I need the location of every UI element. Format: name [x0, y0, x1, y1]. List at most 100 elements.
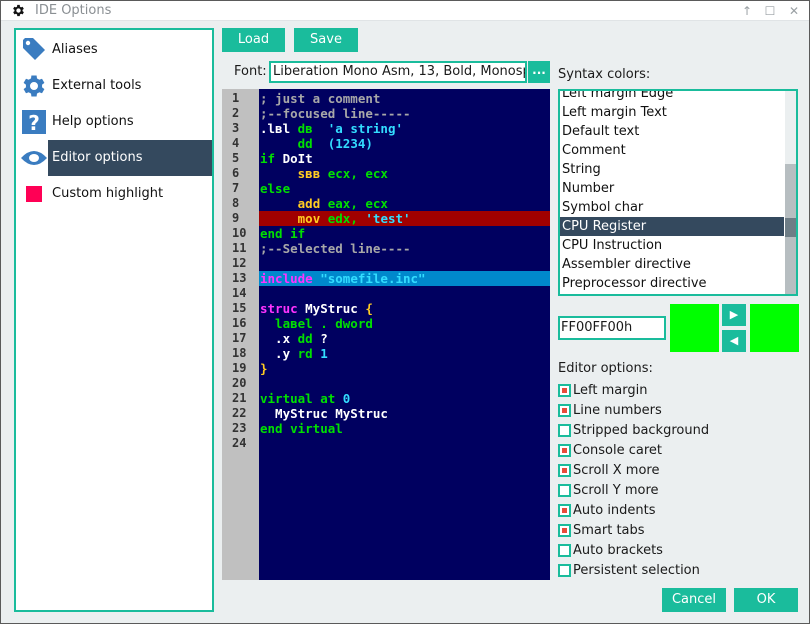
syntax-colors-list[interactable]: Left margin Edge Left margin Text Default …: [558, 89, 798, 296]
code-line[interactable]: ;--Selected line----: [259, 241, 550, 256]
code-line[interactable]: ; just a comment: [259, 91, 550, 106]
token-instruction: add: [297, 196, 328, 211]
syntax-color-item[interactable]: Preprocessor directive: [560, 274, 784, 293]
checkbox-box[interactable]: [558, 564, 571, 577]
checkbox-label: Smart tabs: [573, 523, 645, 538]
code-line[interactable]: [259, 436, 550, 451]
code-preview[interactable]: ; just a comment ;--focused line----- .lвl…: [222, 89, 550, 580]
checkbox-label: Stripped background: [573, 423, 710, 438]
option-checkbox-scroll-x-more[interactable]: Scroll X more: [558, 463, 718, 479]
token-number: 0: [342, 391, 351, 406]
checkbox-box[interactable]: [558, 544, 571, 557]
code-line[interactable]: include "somefile.inc": [259, 271, 550, 286]
code-line[interactable]: struc MyStruc {: [259, 301, 550, 316]
maximize-button[interactable]: ☐: [762, 3, 778, 19]
font-browse-button[interactable]: ...: [528, 61, 550, 83]
syntax-color-item[interactable]: Default text: [560, 122, 784, 141]
option-checkbox-persistent-selection[interactable]: Persistent selection: [558, 563, 718, 579]
code-line[interactable]: virtual at 0: [259, 391, 550, 406]
code-line[interactable]: end virtual: [259, 421, 550, 436]
syntax-color-item[interactable]: Left margin Text: [560, 103, 784, 122]
option-checkbox-scroll-y-more[interactable]: Scroll Y more: [558, 483, 718, 499]
code-line[interactable]: sвв ecx, ecx: [259, 166, 550, 181]
code-line[interactable]: add eax, ecx: [259, 196, 550, 211]
token-comment: ; just a comment: [260, 91, 381, 106]
option-checkbox-auto-brackets[interactable]: Auto brackets: [558, 543, 718, 559]
current-color-swatch[interactable]: [670, 304, 719, 352]
close-button[interactable]: ✕: [786, 3, 802, 19]
option-checkbox-auto-indents[interactable]: Auto indents: [558, 503, 718, 519]
token-default: .x: [260, 331, 298, 346]
new-color-swatch[interactable]: [750, 304, 799, 352]
checkbox-box[interactable]: [558, 524, 571, 537]
checkbox-label: Left margin: [573, 383, 648, 398]
cancel-button[interactable]: Cancel: [662, 588, 726, 612]
syntax-color-item[interactable]: String: [560, 160, 784, 179]
copy-color-right-button[interactable]: ▶: [722, 304, 746, 326]
token-preproc: struc: [260, 301, 306, 316]
token-string: "somefile.inc": [320, 271, 426, 286]
code-line[interactable]: dd (1234): [259, 136, 550, 151]
token-default: ?: [320, 331, 328, 346]
sidebar-item-aliases[interactable]: Aliases: [16, 32, 212, 68]
code-line[interactable]: else: [259, 181, 550, 196]
line-number: 8: [232, 196, 240, 210]
token-directive: end virtual: [260, 421, 343, 436]
code-line[interactable]: ;--focused line-----: [259, 106, 550, 121]
option-checkbox-console-caret[interactable]: Console caret: [558, 443, 718, 459]
copy-color-left-button[interactable]: ◀: [722, 330, 746, 352]
code-line[interactable]: if DoIt: [259, 151, 550, 166]
sidebar-item-custom-highlight[interactable]: Custom highlight: [16, 176, 212, 212]
svg-text:?: ?: [28, 111, 40, 134]
syntax-color-item[interactable]: CPU Register: [560, 217, 784, 236]
sidebar-item-help-options[interactable]: ? Help options: [16, 104, 212, 140]
code-line-text: else: [260, 181, 290, 196]
load-button[interactable]: Load: [222, 28, 285, 52]
ide-options-dialog: IDE Options ↑ ☐ ✕ Aliases External tools…: [0, 0, 810, 624]
font-field[interactable]: Liberation Mono Asm, 13, Bold, Monospace: [269, 61, 527, 83]
option-checkbox-smart-tabs[interactable]: Smart tabs: [558, 523, 718, 539]
token-string: 'test': [365, 211, 411, 226]
code-line[interactable]: mov edx, 'test': [259, 211, 550, 226]
code-line[interactable]: [259, 256, 550, 271]
code-line[interactable]: .x dd ?: [259, 331, 550, 346]
save-button[interactable]: Save: [294, 28, 358, 52]
code-line[interactable]: }: [259, 361, 550, 376]
syntax-color-item[interactable]: Number: [560, 179, 784, 198]
syntax-color-item[interactable]: CPU Instruction: [560, 236, 784, 255]
syntax-color-item[interactable]: Comment: [560, 141, 784, 160]
ok-button[interactable]: OK: [734, 588, 798, 612]
code-line[interactable]: [259, 286, 550, 301]
code-line[interactable]: end if: [259, 226, 550, 241]
checkbox-box[interactable]: [558, 504, 571, 517]
sidebar-item-external-tools[interactable]: External tools: [16, 68, 212, 104]
sidebar-item-label: Aliases: [52, 42, 98, 57]
line-number: 19: [232, 361, 247, 375]
checkbox-box[interactable]: [558, 444, 571, 457]
token-instruction: sвв: [297, 166, 328, 181]
code-line[interactable]: MyStruc MyStruc: [259, 406, 550, 421]
syntax-color-item[interactable]: Assembler directive: [560, 255, 784, 274]
checkbox-box[interactable]: [558, 424, 571, 437]
token-instruction: }: [260, 361, 268, 376]
option-checkbox-line-numbers[interactable]: Line numbers: [558, 403, 718, 419]
sidebar-item-editor-options[interactable]: Editor options: [16, 140, 212, 176]
option-checkbox-stripped-background[interactable]: Stripped background: [558, 423, 718, 439]
color-value-input[interactable]: FF00FF00h: [558, 316, 666, 340]
code-line-text: }: [260, 361, 268, 376]
token-default: .y: [260, 346, 298, 361]
code-line[interactable]: [259, 376, 550, 391]
checkbox-box[interactable]: [558, 384, 571, 397]
code-line-text: .y rd 1: [260, 346, 328, 361]
token-default: [260, 211, 298, 226]
syntax-color-item[interactable]: Left margin Edge: [560, 91, 784, 103]
checkbox-box[interactable]: [558, 484, 571, 497]
option-checkbox-left-margin[interactable]: Left margin: [558, 383, 718, 399]
checkbox-box[interactable]: [558, 404, 571, 417]
checkbox-box[interactable]: [558, 464, 571, 477]
code-line[interactable]: .lвl dв 'a string': [259, 121, 550, 136]
syntax-color-item[interactable]: Symbol char: [560, 198, 784, 217]
code-line[interactable]: laвel . dword: [259, 316, 550, 331]
keep-on-top-button[interactable]: ↑: [739, 3, 755, 19]
code-line[interactable]: .y rd 1: [259, 346, 550, 361]
